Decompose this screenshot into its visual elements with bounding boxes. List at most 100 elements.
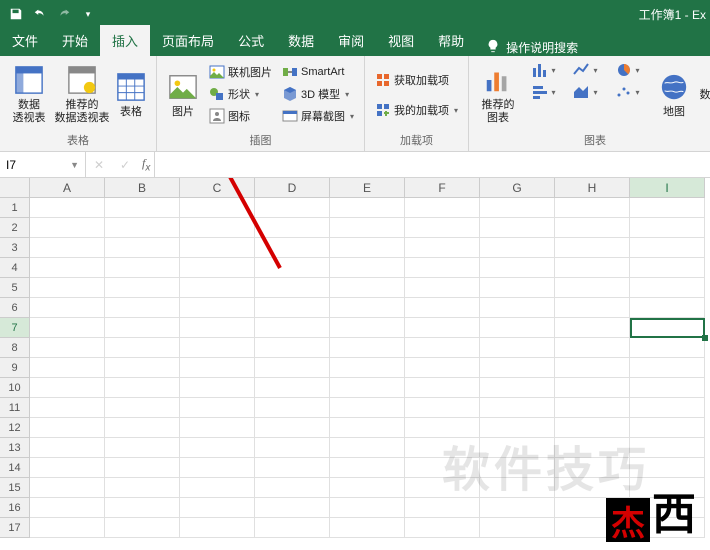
row-header-10[interactable]: 10 — [0, 378, 30, 398]
cell[interactable] — [480, 498, 555, 518]
cell[interactable] — [330, 458, 405, 478]
cell[interactable] — [30, 238, 105, 258]
cell[interactable] — [555, 218, 630, 238]
cell[interactable] — [180, 378, 255, 398]
icons-button[interactable]: 图标 — [205, 105, 276, 127]
cell[interactable] — [480, 398, 555, 418]
cell[interactable] — [555, 358, 630, 378]
cell[interactable] — [330, 438, 405, 458]
chart-area-button[interactable]: ▾ — [567, 83, 603, 101]
column-header-D[interactable]: D — [255, 178, 330, 198]
cell[interactable] — [405, 338, 480, 358]
screenshot-button[interactable]: 屏幕截图▾ — [278, 105, 358, 127]
cell[interactable] — [405, 358, 480, 378]
cell[interactable] — [405, 238, 480, 258]
cell[interactable] — [255, 438, 330, 458]
pivot-chart-button[interactable]: 数 — [695, 59, 710, 129]
column-header-H[interactable]: H — [555, 178, 630, 198]
cell[interactable] — [555, 278, 630, 298]
cell[interactable] — [255, 218, 330, 238]
pictures-button[interactable]: 图片 — [163, 59, 203, 129]
cell[interactable] — [330, 318, 405, 338]
tab-help[interactable]: 帮助 — [426, 25, 476, 56]
save-icon[interactable] — [4, 2, 28, 26]
cell[interactable] — [630, 218, 705, 238]
cell[interactable] — [180, 358, 255, 378]
cell[interactable] — [180, 418, 255, 438]
cell[interactable] — [180, 338, 255, 358]
cell[interactable] — [330, 498, 405, 518]
cell[interactable] — [180, 438, 255, 458]
tab-review[interactable]: 审阅 — [326, 25, 376, 56]
row-header-6[interactable]: 6 — [0, 298, 30, 318]
cell[interactable] — [105, 218, 180, 238]
name-box-dropdown-icon[interactable]: ▼ — [70, 160, 79, 170]
cell[interactable] — [180, 298, 255, 318]
cell[interactable] — [480, 258, 555, 278]
cell[interactable] — [480, 358, 555, 378]
column-header-E[interactable]: E — [330, 178, 405, 198]
cell[interactable] — [480, 298, 555, 318]
undo-icon[interactable] — [28, 2, 52, 26]
qat-customize-icon[interactable]: ▾ — [76, 2, 100, 26]
cell[interactable] — [555, 398, 630, 418]
cell[interactable] — [105, 438, 180, 458]
cell[interactable] — [405, 198, 480, 218]
column-header-C[interactable]: C — [180, 178, 255, 198]
cell[interactable] — [30, 358, 105, 378]
cell[interactable] — [105, 358, 180, 378]
row-header-3[interactable]: 3 — [0, 238, 30, 258]
formula-input[interactable] — [155, 152, 710, 177]
online-pictures-button[interactable]: 联机图片 — [205, 61, 276, 83]
cell[interactable] — [480, 278, 555, 298]
cell[interactable] — [255, 198, 330, 218]
map-chart-button[interactable]: 地图 — [655, 59, 693, 129]
cell[interactable] — [630, 378, 705, 398]
cell[interactable] — [555, 378, 630, 398]
cell[interactable] — [30, 518, 105, 538]
cell[interactable] — [255, 498, 330, 518]
cell[interactable] — [180, 278, 255, 298]
cell[interactable] — [330, 238, 405, 258]
cell[interactable] — [630, 338, 705, 358]
cell[interactable] — [180, 238, 255, 258]
cell[interactable] — [105, 298, 180, 318]
cell[interactable] — [30, 338, 105, 358]
row-header-17[interactable]: 17 — [0, 518, 30, 538]
cell[interactable] — [330, 478, 405, 498]
cell[interactable] — [30, 198, 105, 218]
cell[interactable] — [30, 418, 105, 438]
row-header-11[interactable]: 11 — [0, 398, 30, 418]
cell[interactable] — [555, 238, 630, 258]
row-header-4[interactable]: 4 — [0, 258, 30, 278]
chart-bar-button[interactable]: ▾ — [525, 83, 561, 101]
select-all-corner[interactable] — [0, 178, 30, 198]
row-header-13[interactable]: 13 — [0, 438, 30, 458]
cell[interactable] — [255, 238, 330, 258]
cell[interactable] — [555, 338, 630, 358]
cell[interactable] — [180, 498, 255, 518]
cell[interactable] — [255, 298, 330, 318]
cell[interactable] — [255, 518, 330, 538]
tab-home[interactable]: 开始 — [50, 25, 100, 56]
tell-me-search[interactable]: 操作说明搜索 — [476, 39, 588, 56]
cell[interactable] — [480, 518, 555, 538]
cell[interactable] — [405, 518, 480, 538]
cell[interactable] — [405, 378, 480, 398]
cell[interactable] — [105, 518, 180, 538]
cell[interactable] — [105, 478, 180, 498]
cell[interactable] — [30, 298, 105, 318]
row-header-8[interactable]: 8 — [0, 338, 30, 358]
column-header-B[interactable]: B — [105, 178, 180, 198]
column-header-G[interactable]: G — [480, 178, 555, 198]
cell[interactable] — [105, 378, 180, 398]
redo-icon[interactable] — [52, 2, 76, 26]
cell[interactable] — [630, 258, 705, 278]
enter-formula-button[interactable]: ✓ — [112, 152, 138, 177]
cell[interactable] — [255, 278, 330, 298]
cell[interactable] — [555, 258, 630, 278]
chart-column-button[interactable]: ▾ — [525, 61, 561, 79]
cell[interactable] — [30, 258, 105, 278]
chart-scatter-button[interactable]: ▾ — [609, 83, 645, 101]
cell[interactable] — [330, 298, 405, 318]
